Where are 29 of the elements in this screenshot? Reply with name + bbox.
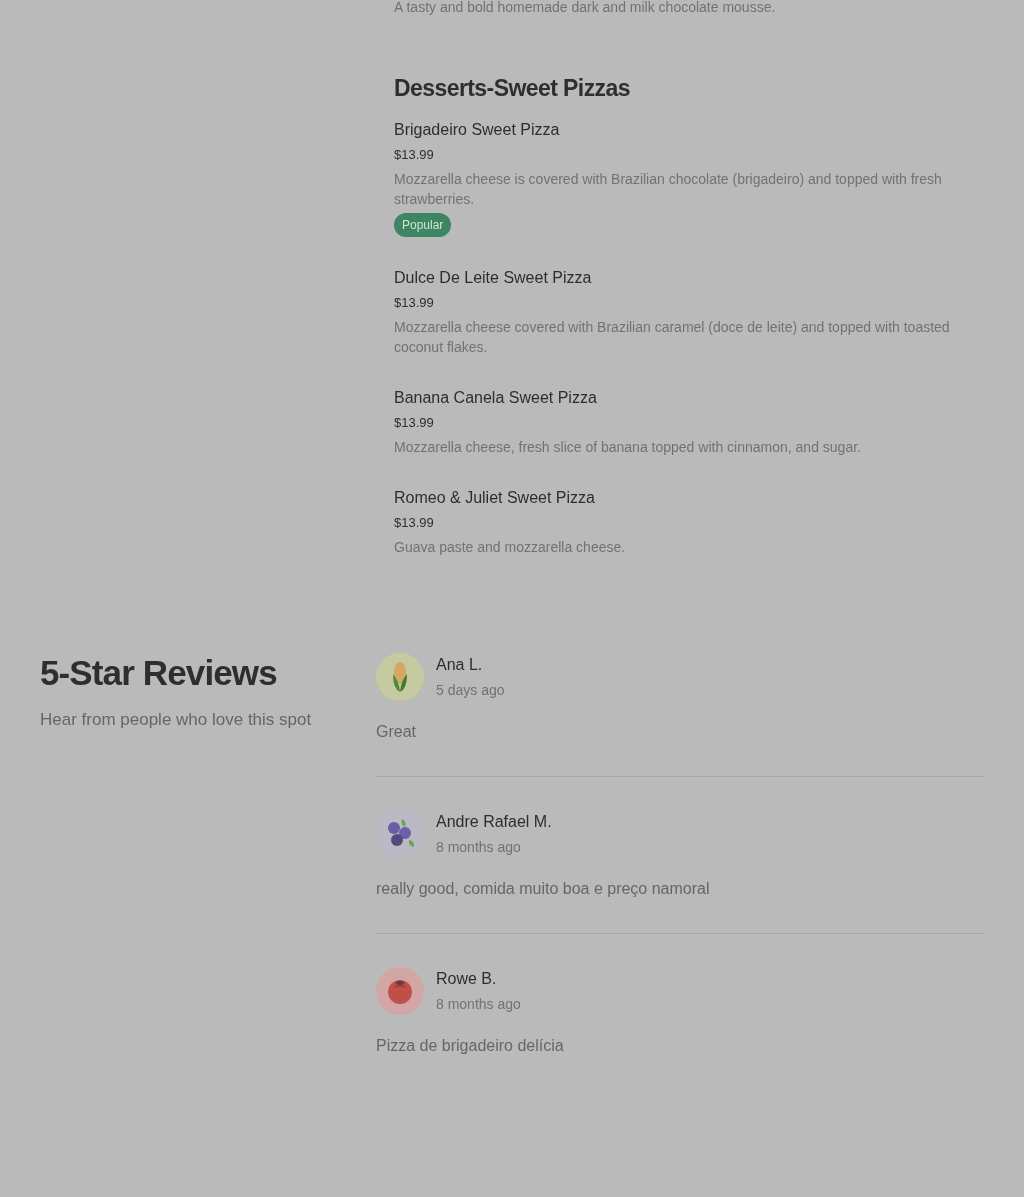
popular-badge: Popular — [394, 213, 452, 237]
item-price: $13.99 — [394, 294, 434, 312]
reviews-subtitle: Hear from people who love this spot — [40, 709, 312, 731]
review-text: really good, comida muito boa e preço namoral — [376, 879, 710, 899]
tomato-icon — [376, 967, 424, 1015]
reviews-heading: 5-Star Reviews — [40, 653, 277, 693]
section-heading: Desserts-Sweet Pizzas — [394, 74, 630, 102]
item-price: $13.99 — [394, 514, 434, 532]
item-description: Mozzarella cheese covered with Brazilian caramel (doce de leite) and topped with toasted coconut flakes. — [394, 318, 951, 357]
reviewer-name: Ana L. — [436, 655, 483, 675]
item-name: Banana Canela Sweet Pizza — [394, 388, 597, 408]
item-name: Dulce De Leite Sweet Pizza — [394, 268, 592, 288]
reviewer-name: Rowe B. — [436, 969, 497, 989]
blueberry-icon — [376, 810, 424, 858]
review-date: 5 days ago — [436, 681, 505, 700]
review-text: Great — [376, 722, 416, 742]
item-name: Brigadeiro Sweet Pizza — [394, 120, 560, 140]
item-price: $13.99 — [394, 146, 434, 164]
item-description: Mozzarella cheese, fresh slice of banana topped with cinnamon, and sugar. — [394, 438, 861, 457]
corn-icon — [376, 653, 424, 701]
item-description: Guava paste and mozzarella cheese. — [394, 538, 626, 557]
item-description: Mozzarella cheese is covered with Brazilian chocolate (brigadeiro) and topped with fresh strawberries. — [394, 170, 943, 209]
item-price: $13.99 — [394, 414, 434, 432]
review-date: 8 months ago — [436, 838, 521, 857]
review-date: 8 months ago — [436, 995, 521, 1014]
item-description: A tasty and bold homemade dark and milk chocolate mousse. — [394, 0, 776, 14]
item-name: Romeo & Juliet Sweet Pizza — [394, 488, 595, 508]
reviewer-name: Andre Rafael M. — [436, 812, 552, 832]
review-text: Pizza de brigadeiro delícia — [376, 1036, 564, 1056]
